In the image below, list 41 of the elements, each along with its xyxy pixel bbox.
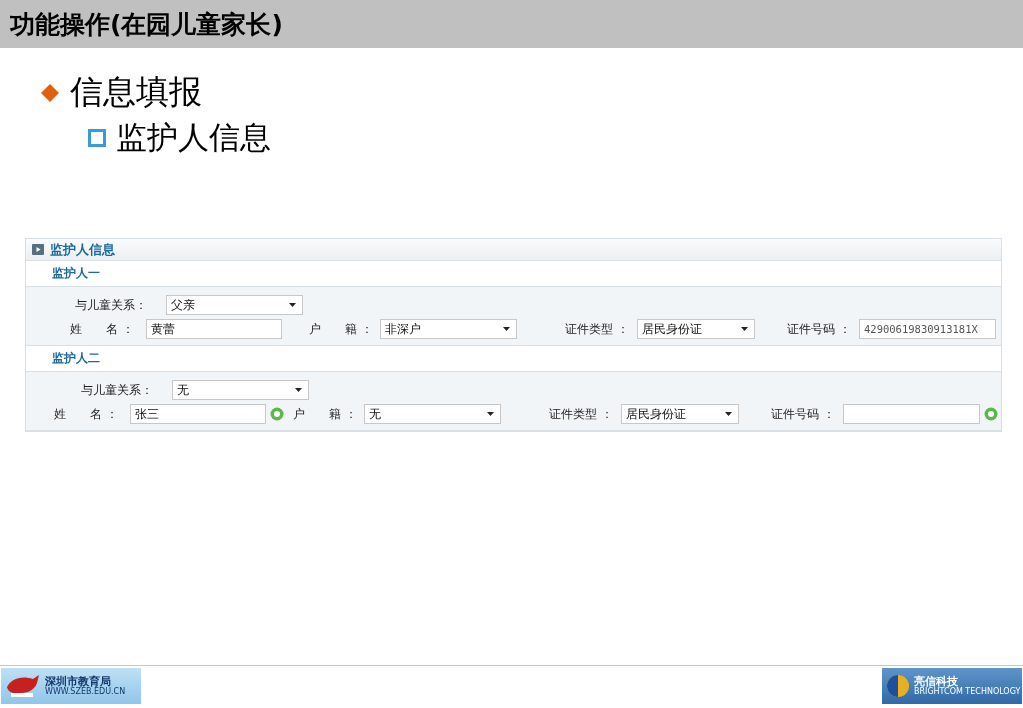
caret-icon xyxy=(741,327,748,331)
bullet-text: 信息填报 xyxy=(70,71,202,113)
dropdown[interactable]: 居民身份证 xyxy=(621,404,739,424)
dropdown[interactable]: 居民身份证 xyxy=(637,319,755,339)
caret-icon xyxy=(725,412,732,416)
field-label: 姓 名 ： xyxy=(53,405,119,423)
field-label: 户 籍 ： xyxy=(292,405,358,423)
bullet-text: 监护人信息 xyxy=(116,118,271,157)
play-icon xyxy=(32,244,44,255)
caret-icon xyxy=(289,303,296,307)
text-field[interactable]: 黄蕾 xyxy=(146,319,282,339)
field-label: 户 籍 ： xyxy=(308,320,374,338)
logo-subtitle: BRIGHTCOM TECHNOLOGY xyxy=(914,687,1021,697)
field-label: 证件类型 ： xyxy=(564,320,630,338)
caret-icon xyxy=(503,327,510,331)
panel-title: 监护人信息 xyxy=(50,240,115,259)
dropdown[interactable]: 无 xyxy=(172,380,309,400)
slide-title: 功能操作(在园儿童家长) xyxy=(10,8,283,41)
field-label: 姓 名 ： xyxy=(69,320,135,338)
logo-name: 亮信科技 xyxy=(914,675,958,688)
section-heading: 监护人一 xyxy=(52,265,100,282)
section-heading: 监护人二 xyxy=(52,350,100,367)
caret-icon xyxy=(295,388,302,392)
dropdown[interactable]: 父亲 xyxy=(166,295,303,315)
text-field[interactable] xyxy=(843,404,980,424)
caret-icon xyxy=(487,412,494,416)
logo-url: WWW.SZEB.EDU.CN xyxy=(45,687,126,697)
field-label: 证件类型 ： xyxy=(548,405,614,423)
help-icon[interactable] xyxy=(270,407,284,421)
field-label: 证件号码 ： xyxy=(770,405,836,423)
text-field[interactable]: 张三 xyxy=(130,404,266,424)
field-label: 与儿童关系： xyxy=(80,381,154,399)
dropdown[interactable]: 无 xyxy=(364,404,501,424)
square-bullet-icon xyxy=(88,129,106,147)
diamond-bullet-icon xyxy=(40,82,60,103)
text-field[interactable]: 42900619830913181X xyxy=(859,319,996,339)
logo-name: 深圳市教育局 xyxy=(45,675,111,688)
field-label: 证件号码 ： xyxy=(786,320,852,338)
field-label: 与儿童关系： xyxy=(74,296,148,314)
help-icon[interactable] xyxy=(984,407,998,421)
dropdown[interactable]: 非深户 xyxy=(380,319,517,339)
